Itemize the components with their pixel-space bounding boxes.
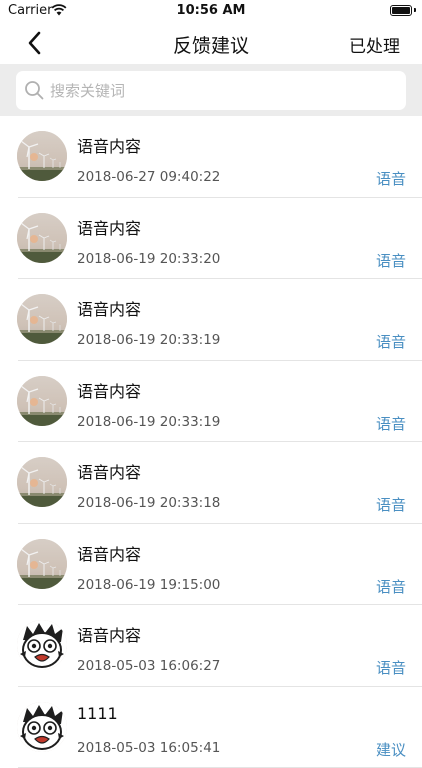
- wind-turbine-avatar: [17, 294, 67, 344]
- feedback-list-item[interactable]: 语音内容 2018-06-19 20:33:18 语音: [0, 442, 422, 524]
- item-type-label: 语音: [376, 168, 406, 189]
- wind-turbine-avatar: [17, 213, 67, 263]
- item-type-label: 建议: [376, 739, 406, 760]
- cartoon-face-avatar: [17, 620, 67, 670]
- feedback-list-item[interactable]: 语音内容 2018-06-19 20:33:19 语音: [0, 279, 422, 361]
- navigation-bar: 反馈建议 已处理: [0, 22, 422, 64]
- battery-icon: [390, 5, 412, 16]
- feedback-list-item[interactable]: 语音内容 2018-06-27 09:40:22 语音: [0, 116, 422, 198]
- processed-button[interactable]: 已处理: [349, 32, 400, 57]
- item-type-label: 语音: [376, 413, 406, 434]
- item-timestamp: 2018-06-19 19:15:00: [77, 577, 220, 593]
- search-bar-container: [0, 64, 422, 116]
- search-box[interactable]: [16, 71, 406, 110]
- item-timestamp: 2018-06-27 09:40:22: [77, 169, 220, 185]
- item-type-label: 语音: [376, 576, 406, 597]
- item-type-label: 语音: [376, 657, 406, 678]
- wind-turbine-avatar: [17, 457, 67, 507]
- item-timestamp: 2018-06-19 20:33:19: [77, 332, 220, 348]
- feedback-list-item[interactable]: 1111 2018-05-03 16:05:41 建议: [0, 687, 422, 768]
- item-type-label: 语音: [376, 331, 406, 352]
- search-input[interactable]: [48, 77, 402, 105]
- feedback-list: 语音内容 2018-06-27 09:40:22 语音 语音内容 2018-06-19…: [0, 116, 422, 768]
- item-timestamp: 2018-06-19 20:33:18: [77, 495, 220, 511]
- item-timestamp: 2018-06-19 20:33:20: [77, 251, 220, 267]
- item-title: 语音内容: [77, 133, 141, 157]
- item-timestamp: 2018-05-03 16:06:27: [77, 658, 220, 674]
- wind-turbine-avatar: [17, 131, 67, 181]
- status-bar: Carrier 10:56 AM: [0, 0, 422, 22]
- item-timestamp: 2018-05-03 16:05:41: [77, 740, 220, 756]
- wind-turbine-avatar: [17, 539, 67, 589]
- item-title: 1111: [77, 704, 118, 723]
- feedback-list-item[interactable]: 语音内容 2018-06-19 20:33:19 语音: [0, 361, 422, 443]
- feedback-list-item[interactable]: 语音内容 2018-05-03 16:06:27 语音: [0, 605, 422, 687]
- item-type-label: 语音: [376, 250, 406, 271]
- item-title: 语音内容: [77, 378, 141, 402]
- status-time: 10:56 AM: [0, 3, 422, 18]
- cartoon-face-avatar: [17, 702, 67, 752]
- search-icon: [24, 80, 44, 100]
- item-title: 语音内容: [77, 541, 141, 565]
- feedback-list-item[interactable]: 语音内容 2018-06-19 20:33:20 语音: [0, 198, 422, 280]
- item-title: 语音内容: [77, 215, 141, 239]
- item-title: 语音内容: [77, 296, 141, 320]
- item-title: 语音内容: [77, 459, 141, 483]
- item-type-label: 语音: [376, 494, 406, 515]
- item-timestamp: 2018-06-19 20:33:19: [77, 414, 220, 430]
- battery-tip: [414, 8, 416, 12]
- wind-turbine-avatar: [17, 376, 67, 426]
- feedback-list-item[interactable]: 语音内容 2018-06-19 19:15:00 语音: [0, 524, 422, 606]
- item-title: 语音内容: [77, 622, 141, 646]
